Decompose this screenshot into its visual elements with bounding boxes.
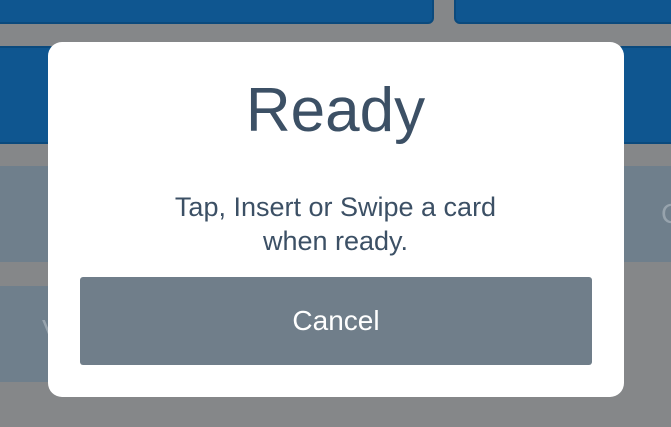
modal-overlay: Ready Tap, Insert or Swipe a card when r… (0, 0, 671, 427)
dialog-message: Tap, Insert or Swipe a card when ready. (174, 192, 497, 256)
cancel-button[interactable]: Cancel (80, 277, 592, 365)
dialog-title: Ready (245, 76, 426, 145)
